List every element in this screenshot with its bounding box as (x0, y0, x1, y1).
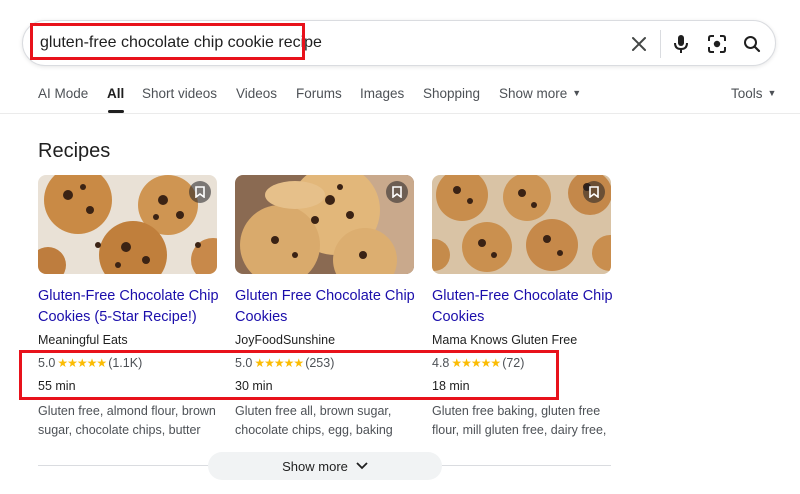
bookmark-icon[interactable] (189, 181, 211, 203)
tools-button[interactable]: Tools ▼ (731, 86, 776, 101)
review-count: (253) (305, 356, 335, 370)
recipe-title-link[interactable]: Gluten Free Chocolate Chip Cookies (235, 286, 425, 328)
recipe-source: Meaningful Eats (38, 333, 128, 347)
tab-images[interactable]: Images (360, 86, 404, 101)
tab-all[interactable]: All (107, 86, 124, 101)
recipe-image[interactable] (432, 175, 611, 274)
recipe-rating: 5.0 ★★★★★ (1.1K) (38, 356, 142, 370)
recipe-title-link[interactable]: Gluten-Free Chocolate Chip Cookies (432, 286, 622, 328)
chevron-down-icon (356, 462, 368, 470)
search-box[interactable]: gluten-free chocolate chip cookie recipe (22, 20, 776, 66)
recipe-time: 30 min (235, 379, 273, 393)
tab-ai-mode[interactable]: AI Mode (38, 86, 88, 101)
bookmark-icon[interactable] (583, 181, 605, 203)
recipe-rating: 4.8 ★★★★★ (72) (432, 356, 524, 370)
show-more-label: Show more (282, 458, 348, 474)
search-icon[interactable] (740, 32, 764, 56)
recipe-card: Gluten-Free Chocolate Chip Cookies Mama … (432, 175, 613, 437)
recipe-ingredients: Gluten free baking, gluten free flour, m… (432, 404, 607, 437)
recipe-rating: 5.0 ★★★★★ (253) (235, 356, 334, 370)
tab-show-more-label: Show more (499, 86, 568, 101)
camera-lens-icon[interactable] (705, 32, 729, 56)
recipe-source: JoyFoodSunshine (235, 333, 336, 347)
microphone-icon[interactable] (669, 32, 693, 56)
review-count: (1.1K) (108, 356, 143, 370)
clear-icon[interactable] (627, 32, 651, 56)
search-input[interactable]: gluten-free chocolate chip cookie recipe (40, 34, 322, 52)
caret-down-icon: ▼ (572, 88, 582, 98)
recipe-image[interactable] (235, 175, 414, 274)
tools-label: Tools (731, 86, 763, 101)
recipe-card: Gluten Free Chocolate Chip Cookies JoyFo… (235, 175, 415, 437)
tab-show-more[interactable]: Show more ▼ (499, 86, 581, 101)
bookmark-icon[interactable] (386, 181, 408, 203)
rating-value: 5.0 (38, 356, 56, 370)
review-count: (72) (502, 356, 525, 370)
rating-stars-icon: ★★★★★ (57, 356, 107, 370)
recipe-time: 55 min (38, 379, 76, 393)
tab-videos[interactable]: Videos (236, 86, 277, 101)
rating-stars-icon: ★★★★★ (254, 356, 304, 370)
tab-forums[interactable]: Forums (296, 86, 342, 101)
rating-value: 4.8 (432, 356, 450, 370)
recipe-card: Gluten-Free Chocolate Chip Cookies (5-St… (38, 175, 219, 437)
recipe-title-link[interactable]: Gluten-Free Chocolate Chip Cookies (5-St… (38, 286, 228, 328)
recipe-source: Mama Knows Gluten Free (432, 333, 578, 347)
search-divider (660, 30, 661, 58)
tab-shopping[interactable]: Shopping (423, 86, 480, 101)
show-more-button[interactable]: Show more (208, 452, 442, 480)
rating-stars-icon: ★★★★★ (451, 356, 501, 370)
recipe-time: 18 min (432, 379, 470, 393)
tabs-divider (0, 113, 800, 114)
recipe-ingredients: Gluten free, almond flour, brown sugar, … (38, 404, 216, 437)
recipes-heading: Recipes (38, 140, 111, 162)
rating-value: 5.0 (235, 356, 253, 370)
caret-down-icon: ▼ (767, 88, 777, 98)
recipe-ingredients: Gluten free all, brown sugar, chocolate … (235, 404, 393, 437)
recipe-image[interactable] (38, 175, 217, 274)
tab-short-videos[interactable]: Short videos (142, 86, 217, 101)
